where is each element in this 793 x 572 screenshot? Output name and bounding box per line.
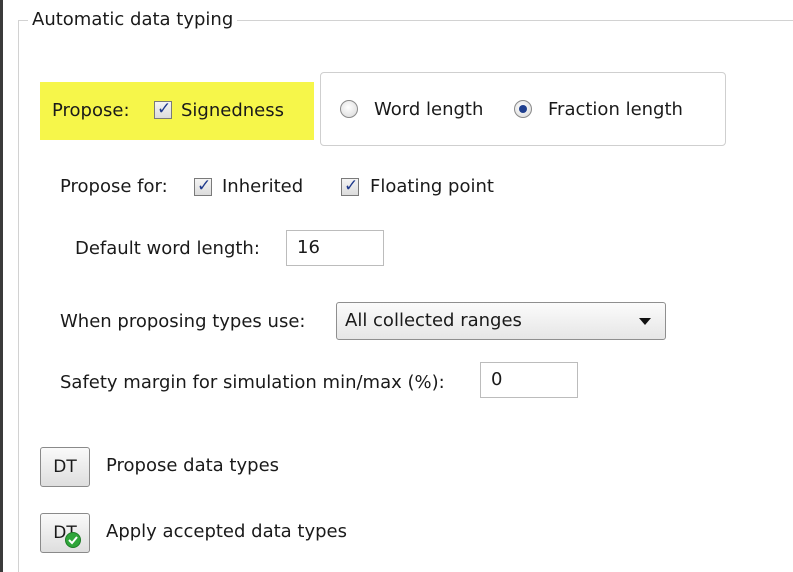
- radio-selected-dot: [519, 105, 527, 113]
- window-edge: [0, 0, 3, 572]
- safety-margin-label: Safety margin for simulation min/max (%)…: [60, 372, 445, 393]
- default-word-length-label: Default word length:: [75, 238, 260, 259]
- checkmark-icon: ✓: [344, 176, 359, 196]
- green-check-icon: [65, 532, 81, 548]
- floating-point-checkbox[interactable]: ✓: [341, 176, 359, 196]
- default-word-length-input[interactable]: 16: [286, 230, 384, 266]
- propose-data-types-label: Propose data types: [106, 455, 280, 476]
- fraction-length-label[interactable]: Fraction length: [548, 98, 683, 122]
- signedness-checkbox[interactable]: ✓: [154, 99, 172, 119]
- safety-margin-input[interactable]: 0: [480, 362, 578, 398]
- apply-data-types-label: Apply accepted data types: [106, 521, 347, 542]
- word-length-radio[interactable]: [340, 100, 358, 118]
- dropdown-selected-value: All collected ranges: [345, 310, 522, 331]
- propose-label: Propose:: [52, 100, 130, 121]
- apply-data-types-button[interactable]: DT: [40, 513, 90, 553]
- automatic-data-typing-panel: Automatic data typing Propose: ✓ Signedn…: [0, 0, 793, 572]
- inherited-label[interactable]: Inherited: [222, 175, 303, 199]
- dt-button-label: DT: [53, 457, 77, 477]
- propose-data-types-button[interactable]: DT: [40, 447, 90, 487]
- checkmark-icon: ✓: [157, 99, 172, 119]
- propose-for-label: Propose for:: [60, 176, 168, 197]
- chevron-down-icon: [639, 318, 651, 325]
- fraction-length-radio[interactable]: [514, 100, 532, 118]
- group-title: Automatic data typing: [28, 8, 238, 32]
- signedness-label[interactable]: Signedness: [181, 99, 284, 123]
- proposing-types-dropdown[interactable]: All collected ranges: [336, 302, 666, 340]
- inherited-checkbox[interactable]: ✓: [194, 176, 212, 196]
- floating-point-label[interactable]: Floating point: [370, 175, 494, 199]
- checkmark-icon: ✓: [197, 176, 212, 196]
- proposing-types-label: When proposing types use:: [60, 311, 306, 332]
- word-length-label[interactable]: Word length: [374, 98, 483, 122]
